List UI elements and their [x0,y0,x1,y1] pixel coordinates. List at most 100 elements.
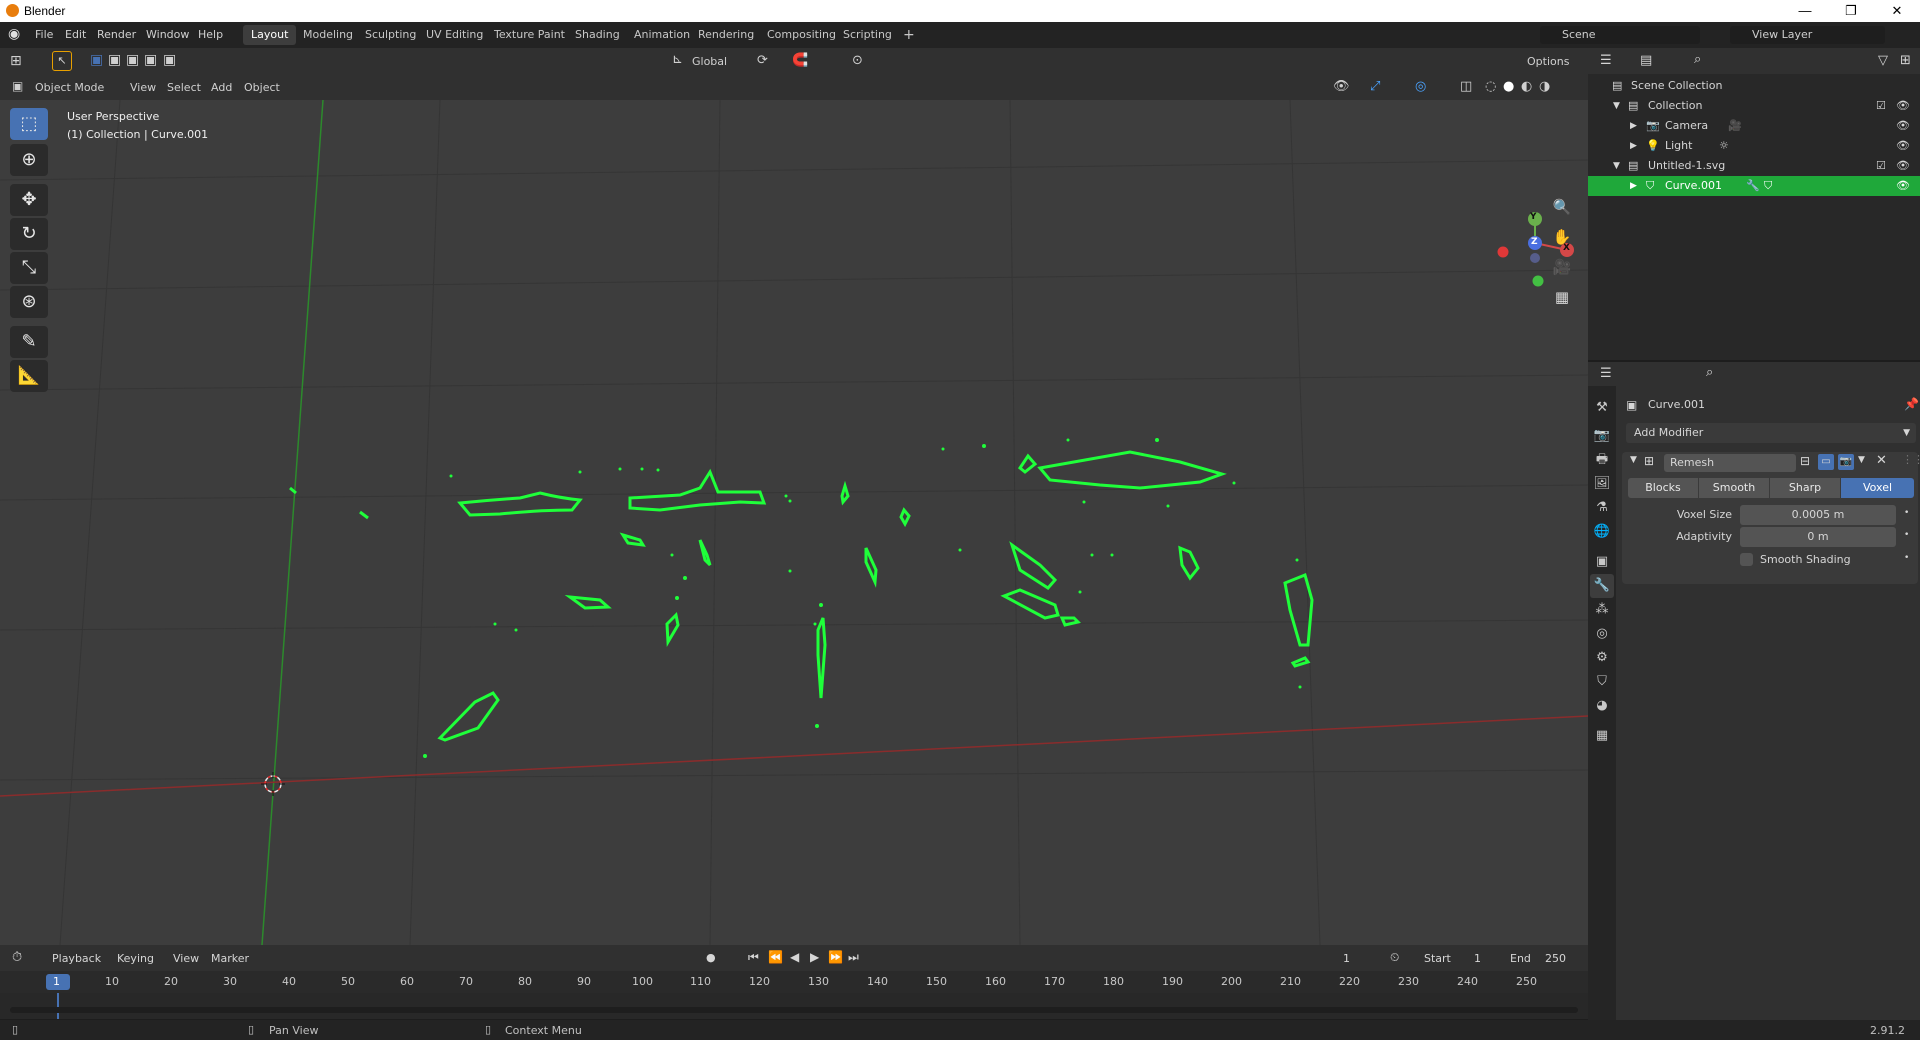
exclude-checkbox-icon[interactable]: ☑ [1876,96,1886,116]
expand-chevron-icon[interactable]: ▼ [1613,156,1620,176]
scene-selector[interactable]: Scene [1540,26,1700,44]
camera-view-icon[interactable]: 🎥 [1550,255,1574,279]
options-dropdown[interactable]: Options [1527,55,1569,68]
select-mode-subtract-icon[interactable]: ▣ [126,52,139,68]
outliner-filter-icon[interactable]: ▽ [1878,53,1888,68]
outliner-editor-type-icon[interactable]: ☰ [1600,53,1612,68]
scene-tab-icon[interactable]: ⚗ [1590,496,1614,520]
tool-tab-icon[interactable]: ⚒ [1590,396,1614,420]
render-toggle-icon[interactable]: 📷 [1838,454,1854,470]
menu-timeline-view[interactable]: View [173,952,199,965]
add-workspace-button[interactable]: + [895,25,923,45]
view-layer-tab-icon[interactable]: 🖼 [1590,472,1614,496]
pin-icon[interactable]: 📌 [1904,397,1919,411]
menu-add[interactable]: Add [211,81,232,94]
material-tab-icon[interactable]: ◕ [1590,694,1614,718]
object-mode-dropdown[interactable]: Object Mode [35,81,104,94]
add-modifier-dropdown[interactable]: Add Modifier ▼ [1626,423,1916,443]
select-mode-intersect-icon[interactable]: ▣ [163,52,176,68]
menu-playback[interactable]: Playback [52,952,101,965]
outliner-search-icon[interactable]: ⌕ [1694,52,1701,67]
select-box-mode-icon[interactable]: ↖ [52,51,72,71]
smooth-shading-checkbox[interactable] [1740,553,1753,566]
curve-data-icon[interactable]: ⛉ [1764,176,1772,196]
outliner-row-collection[interactable]: ▼ ▤ Collection ☑ 👁 [1588,96,1920,116]
shading-wireframe-icon[interactable]: ◌ [1485,79,1496,94]
tab-animation[interactable]: Animation [626,25,698,45]
drag-handle-icon[interactable]: ⋮⋮ [1902,453,1920,466]
keyframe-dot-icon[interactable]: • [1904,508,1909,518]
preview-range-icon[interactable]: ⏲ [1390,950,1399,965]
timeline-scrollbar[interactable] [10,1007,1578,1013]
minimize-button[interactable]: — [1782,0,1828,22]
mode-smooth-button[interactable]: Smooth [1699,478,1769,498]
end-frame-field[interactable]: 250 [1545,952,1566,965]
remove-modifier-icon[interactable]: ✕ [1876,453,1887,468]
tool-annotate[interactable]: ✎ [10,326,48,358]
menu-render[interactable]: Render [97,28,136,41]
new-collection-icon[interactable]: ⊞ [1900,53,1911,68]
shading-material-icon[interactable]: ◐ [1521,79,1532,94]
tab-texture-paint[interactable]: Texture Paint [486,25,573,45]
tool-move[interactable]: ✥ [10,184,48,216]
modifier-menu-chevron-icon[interactable]: ▼ [1858,455,1865,465]
editor-type-icon[interactable]: ⊞ [10,53,22,69]
tab-uv-editing[interactable]: UV Editing [418,25,491,45]
visibility-icon[interactable]: 👁 [1333,79,1350,94]
prev-keyframe-icon[interactable]: ⏪ [768,950,783,964]
expand-chevron-icon[interactable]: ▶ [1630,176,1637,196]
output-tab-icon[interactable]: 🖶 [1590,448,1614,472]
viewport-toggle-icon[interactable]: ▭ [1818,454,1834,470]
visibility-eye-icon[interactable]: 👁 [1896,136,1910,156]
mode-sharp-button[interactable]: Sharp [1770,478,1840,498]
physics-tab-icon[interactable]: ◎ [1590,622,1614,646]
select-mode-extend-icon[interactable]: ▣ [108,52,121,68]
tab-compositing[interactable]: Compositing [759,25,844,45]
menu-view[interactable]: View [130,81,156,94]
tool-rotate[interactable]: ↻ [10,218,48,250]
menu-keying[interactable]: Keying [117,952,154,965]
outliner-row-camera[interactable]: ▶ 📷 Camera 🎥 👁 [1588,116,1920,136]
tab-rendering[interactable]: Rendering [690,25,762,45]
shading-solid-icon[interactable]: ● [1503,79,1514,94]
modifier-wrench-icon[interactable]: 🔧 [1746,176,1760,196]
overlay-toggle-icon[interactable]: ◎ [1415,79,1426,94]
tool-measure[interactable]: 📐 [10,360,48,392]
next-keyframe-icon[interactable]: ⏩ [828,950,843,964]
blender-menu-icon[interactable]: ◉ [8,26,20,42]
camera-data-icon[interactable]: 🎥 [1728,116,1742,136]
tab-sculpting[interactable]: Sculpting [357,25,424,45]
3d-viewport[interactable]: Y Z X User Perspective (1) Collection | … [0,100,1588,945]
pivot-point-icon[interactable]: ⟳ [757,53,768,68]
timeline-editor-type-icon[interactable]: ⏱ [12,950,22,965]
outliner-row-curve[interactable]: ▶ ⛉ Curve.001 🔧 ⛉ 👁 [1588,176,1920,196]
proportional-edit-icon[interactable]: ⊙ [852,53,863,68]
expand-chevron-icon[interactable]: ▼ [1613,96,1620,116]
timeline-area[interactable]: 1 10 20 30 40 50 60 70 80 90 100 110 120… [0,971,1588,1019]
select-mode-set-icon[interactable]: ▣ [90,52,103,68]
tab-scripting[interactable]: Scripting [835,25,900,45]
outliner-display-mode-icon[interactable]: ▤ [1640,53,1652,68]
menu-help[interactable]: Help [198,28,223,41]
menu-select[interactable]: Select [167,81,201,94]
zoom-icon[interactable]: 🔍 [1550,195,1574,219]
properties-search-icon[interactable]: ⌕ [1706,365,1713,380]
pan-hand-icon[interactable]: ✋ [1550,225,1574,249]
maximize-button[interactable]: ❐ [1828,0,1874,22]
tool-select-box[interactable]: ⬚ [10,108,48,140]
snap-icon[interactable]: 🧲 [792,53,808,68]
ortho-grid-icon[interactable]: ▦ [1550,285,1574,309]
gizmo-z-label[interactable]: Z [1531,237,1538,247]
particles-tab-icon[interactable]: ⁂ [1590,598,1614,622]
collapse-chevron-icon[interactable]: ▼ [1630,455,1637,465]
outliner-row-untitled-svg[interactable]: ▼ ▤ Untitled-1.svg ☑ 👁 [1588,156,1920,176]
mode-voxel-button[interactable]: Voxel [1841,478,1914,498]
visibility-eye-icon[interactable]: 👁 [1896,176,1910,196]
tool-transform[interactable]: ⊛ [10,286,48,318]
outliner-row-light[interactable]: ▶ 💡 Light ☼ 👁 [1588,136,1920,156]
world-tab-icon[interactable]: 🌐 [1590,520,1614,544]
keyframe-dot-icon[interactable]: • [1904,530,1909,540]
tab-modeling[interactable]: Modeling [295,25,361,45]
adaptivity-field[interactable]: 0 m [1740,527,1896,547]
record-icon[interactable]: ● [706,951,716,964]
